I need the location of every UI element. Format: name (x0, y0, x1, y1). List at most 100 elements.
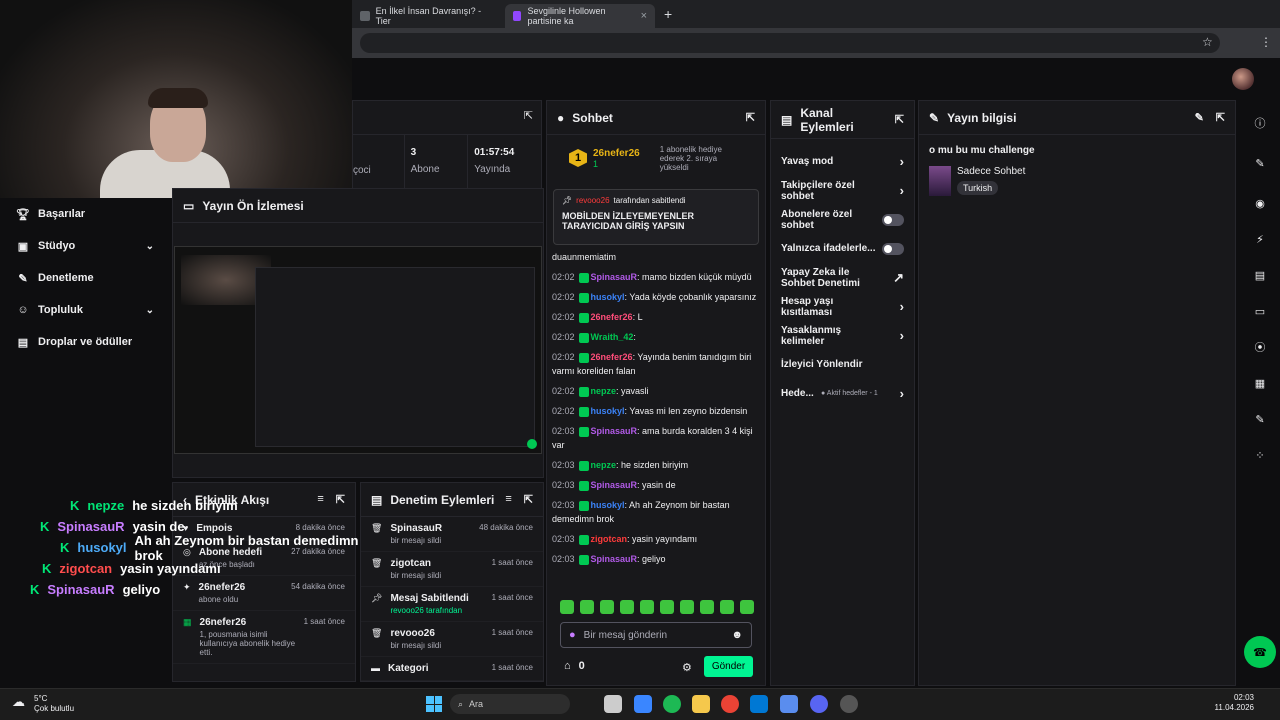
chat-message[interactable]: 02:03 SpinasauR: ama burda koralden 3 4 k… (552, 424, 762, 452)
chat-message[interactable]: 02:03 nepze: he sizden biriyim (552, 458, 762, 472)
chat-username[interactable]: 26nefer26 (591, 352, 633, 362)
clock[interactable]: 02:03 11.04.2026 (1210, 693, 1254, 713)
popout-icon[interactable]: ⇱ (895, 113, 904, 126)
chat-input[interactable]: ● Bir mesaj gönderin ☻ (560, 622, 752, 648)
chat-message[interactable]: 02:02 husokyl: Yada köyde çobanlık yapars… (552, 290, 762, 304)
popout-icon[interactable]: ⇱ (1216, 111, 1225, 124)
chat-message[interactable]: 02:02 SpinasauR: mamo bizden küçük müydü (552, 270, 762, 284)
chat-icon[interactable]: ▭ (1247, 298, 1273, 324)
chat-username[interactable]: zigotcan (591, 534, 628, 544)
task-view-icon[interactable] (604, 695, 622, 713)
emote-icon[interactable] (660, 600, 674, 614)
chat-message[interactable]: 02:03 SpinasauR: geliyo (552, 552, 762, 566)
chat-username[interactable]: SpinasauR (591, 480, 638, 490)
nav-item-studio[interactable]: ▣ Stüdyo ⌄ (0, 230, 170, 262)
browser-tab-2[interactable]: Sevgilinle Hollowen partisine ka × (505, 4, 655, 28)
settings-icon[interactable]: ⚙ (682, 661, 692, 674)
chat-message[interactable]: 02:02 husokyl: Yavas mi len zeyno bizdens… (552, 404, 762, 418)
channel-action-item[interactable]: Yavaş mod › (771, 147, 914, 176)
chat-username[interactable]: husokyl (591, 292, 625, 302)
channel-action-item[interactable]: Takipçilere özel sohbet › (771, 176, 914, 205)
emote-icon[interactable] (640, 600, 654, 614)
list-item[interactable]: 🗑︎ zigotcan bir mesajı sildi 1 saat önce (361, 552, 543, 587)
info-icon[interactable]: ⓘ (1247, 110, 1273, 136)
nav-item-achievements[interactable]: 🏆︎ Başarılar (0, 198, 170, 230)
chat-username[interactable]: 26nefer26 (591, 312, 633, 322)
lightning-icon[interactable]: ⚡︎ (1247, 226, 1273, 252)
wrench-icon[interactable]: ✎ (1247, 406, 1273, 432)
chat-message[interactable]: 02:02 26nefer26: Yayında benim tanıdıgım … (552, 350, 762, 378)
tag-chip[interactable]: Turkish (957, 181, 999, 195)
steam-icon[interactable] (840, 695, 858, 713)
chat-username[interactable]: Wraith_42 (591, 332, 634, 342)
bookmark-star-icon[interactable]: ☆ (1202, 35, 1213, 49)
pinned-message[interactable]: 📌︎ revooo26 tarafından sabitlendi MOBİLDEN… (553, 189, 759, 245)
channel-action-item[interactable]: İzleyici Yönlendir (771, 350, 914, 379)
emote-icon[interactable] (620, 600, 634, 614)
chat-message[interactable]: duaunmemiatim (552, 250, 762, 264)
channel-action-item[interactable]: Yasaklanmış kelimeler › (771, 321, 914, 350)
spotify-icon[interactable] (663, 695, 681, 713)
list-item[interactable]: ▬ Kategori 1 saat önce (361, 657, 543, 681)
list-item[interactable]: 🗑︎ SpinasauR bir mesajı sildi 48 dakika önc… (361, 517, 543, 552)
avatar[interactable] (1232, 68, 1254, 90)
chat-username[interactable]: husokyl (591, 500, 625, 510)
dashboard-icon[interactable]: ▦ (1247, 370, 1273, 396)
help-icon[interactable]: ☎ (1244, 636, 1276, 668)
browser-tab-1[interactable]: En İlkel İnsan Davranışı? - Tier (352, 4, 502, 28)
emote-icon[interactable] (680, 600, 694, 614)
popout-icon[interactable]: ⇱ (746, 111, 755, 124)
emote-picker-icon[interactable]: ☻ (731, 629, 743, 641)
document-icon[interactable]: ▤ (1247, 262, 1273, 288)
popout-icon[interactable]: ⇱ (524, 493, 533, 506)
chat-username[interactable]: nepze (591, 386, 617, 396)
discord-icon[interactable] (810, 695, 828, 713)
emote-icon[interactable] (580, 600, 594, 614)
emote-icon[interactable] (600, 600, 614, 614)
taskbar-search[interactable]: ⌕ Ara (450, 694, 570, 714)
chat-username[interactable]: SpinasauR (591, 554, 638, 564)
popout-icon[interactable]: ⇱ (524, 109, 533, 126)
channel-action-item[interactable]: Yalnızca ifadelerle... (771, 234, 914, 263)
chat-message[interactable]: 02:03 zigotcan: yasin yayındamı (552, 532, 762, 546)
stream-preview-video[interactable] (174, 246, 542, 454)
mail-icon[interactable] (750, 695, 768, 713)
chrome-icon[interactable] (721, 695, 739, 713)
new-tab-button[interactable]: + (664, 6, 672, 22)
list-item[interactable]: 📌︎ Mesaj Sabitlendi revooo26 tarafından 1 s… (361, 587, 543, 622)
emote-icon[interactable] (720, 600, 734, 614)
emote-icon[interactable] (700, 600, 714, 614)
category-name[interactable]: Sadece Sohbet (957, 166, 1025, 177)
broadcast-icon[interactable]: ⦿ (1247, 334, 1273, 360)
filter-icon[interactable]: ≡ (505, 493, 511, 506)
emote-icon[interactable] (560, 600, 574, 614)
channel-action-item[interactable]: Abonelere özel sohbet (771, 205, 914, 234)
toggle-switch[interactable] (882, 242, 904, 255)
channel-points[interactable]: ⌂ 0 (564, 660, 585, 672)
nav-item-community[interactable]: ☺ Topluluk ⌄ (0, 294, 170, 326)
store-app-icon[interactable] (634, 695, 652, 713)
chat-message[interactable]: 02:03 husokyl: Ah ah Zeynom bir bastan de… (552, 498, 762, 526)
nav-item-drops[interactable]: ▤ Droplar ve ödüller (0, 326, 170, 358)
nav-item-moderation[interactable]: ✎ Denetleme (0, 262, 170, 294)
omnibox[interactable] (360, 33, 1220, 53)
chat-message[interactable]: 02:02 nepze: yavasli (552, 384, 762, 398)
emote-icon[interactable] (740, 600, 754, 614)
explorer-icon[interactable] (692, 695, 710, 713)
chat-message[interactable]: 02:02 26nefer26: L (552, 310, 762, 324)
list-item[interactable]: 🗑︎ revooo26 bir mesajı sildi 1 saat önce (361, 622, 543, 657)
chat-username[interactable]: husokyl (591, 406, 625, 416)
hype-leaderboard[interactable]: 1 26nefer26 1 1 abonelik hediye ederek 2.… (547, 135, 765, 181)
start-icon[interactable] (426, 696, 442, 712)
channel-action-item[interactable]: Hede... ● Aktif hedefler - 1 › (771, 379, 914, 408)
chat-message[interactable]: 02:02 Wraith_42: (552, 330, 762, 344)
toggle-switch[interactable] (882, 213, 904, 226)
more-icon[interactable]: ⁘ (1247, 442, 1273, 468)
chat-message[interactable]: 02:03 SpinasauR: yasin de (552, 478, 762, 492)
edit-icon[interactable]: ✎ (1247, 150, 1273, 176)
focus-icon[interactable]: ◉ (1247, 190, 1273, 216)
channel-action-item[interactable]: Yapay Zeka ile Sohbet Denetimi ↗ (771, 263, 914, 292)
menu-dots-icon[interactable]: ⋮ (1260, 35, 1272, 49)
app-icon[interactable] (780, 695, 798, 713)
weather-widget[interactable]: 5°C Çok bulutlu (34, 694, 74, 714)
